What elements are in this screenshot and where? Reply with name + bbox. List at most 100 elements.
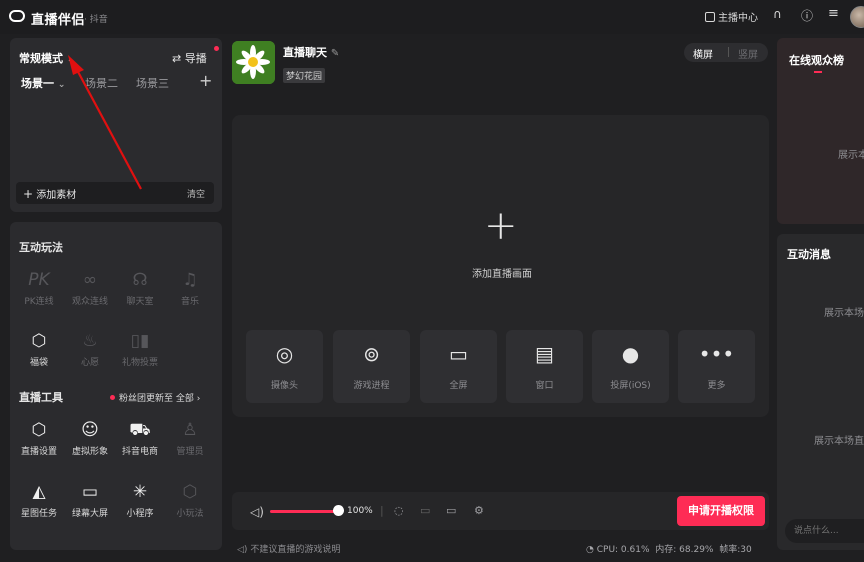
source-more[interactable]: ••• 更多 xyxy=(678,330,755,403)
star-map-icon: ◭ xyxy=(32,482,46,502)
room-cover[interactable] xyxy=(232,41,275,84)
app-logo-icon xyxy=(9,10,25,22)
vertical-button[interactable]: 竖屏 xyxy=(738,46,758,61)
tool-music[interactable]: ♫ 音乐 xyxy=(165,269,215,307)
chevron-right-icon: › xyxy=(196,394,201,404)
tool-lucky-bag[interactable]: ⬡ 福袋 xyxy=(14,330,64,368)
source-window[interactable]: ▤ 窗口 xyxy=(506,330,583,403)
tool-pk[interactable]: PK PK连线 xyxy=(14,269,64,307)
gauge-icon: ◔ xyxy=(586,545,594,555)
tool-virtual-avatar[interactable]: ☺ 虚拟形象 xyxy=(65,419,115,457)
fullscreen-monitor-icon: ▭ xyxy=(449,342,468,366)
anchor-center-button[interactable]: 主播中心 xyxy=(705,9,758,24)
camera-toggle-icon[interactable]: ▭ xyxy=(420,504,430,517)
scene-tab-1[interactable]: 场景一 ⌄ xyxy=(21,75,65,91)
source-game[interactable]: ⊚ 游戏进程 xyxy=(333,330,410,403)
mode-dropdown[interactable]: 常规模式 ⌄ xyxy=(19,50,74,66)
cart-icon: ⛟ xyxy=(129,420,151,440)
settings-hex-icon: ⬡ xyxy=(31,420,47,440)
tool-live-settings[interactable]: ⬡ 直播设置 xyxy=(14,419,64,457)
mini-game-icon: ⬡ xyxy=(182,482,198,502)
unsupported-games-note[interactable]: ◁) 不建议直播的游戏说明 xyxy=(237,542,340,555)
monitor-icon: ▭ xyxy=(81,482,99,502)
tool-star-map[interactable]: ◭ 星图任务 xyxy=(14,481,64,519)
menu-icon[interactable]: ≡ xyxy=(828,6,839,21)
volume-slider[interactable] xyxy=(270,510,338,513)
volume-slider-handle[interactable] xyxy=(333,505,344,516)
fan-club-update-link[interactable]: 粉丝团更新至 全部 › xyxy=(110,391,200,404)
orientation-divider xyxy=(728,47,729,57)
apply-live-permission-button[interactable]: 申请开播权限 xyxy=(677,496,765,526)
clear-button[interactable]: 清空 xyxy=(187,187,205,200)
speaker-note-icon: ◁) xyxy=(237,545,248,555)
tool-ecommerce[interactable]: ⛟ 抖音电商 xyxy=(115,419,165,457)
messages-empty-2: 展示本场直 xyxy=(814,436,864,447)
speaker-icon[interactable]: ◁) xyxy=(250,505,264,519)
plus-icon: + xyxy=(23,187,34,201)
add-material-button[interactable]: + 添加素材 xyxy=(23,186,76,201)
switch-icon: ⇄ xyxy=(172,52,182,65)
avatar-icon: ☺ xyxy=(81,420,99,440)
link-icon: ∞ xyxy=(82,270,98,290)
music-icon: ♫ xyxy=(182,270,198,290)
edit-icon[interactable]: ✎ xyxy=(331,48,339,59)
platform-label: · 抖音 xyxy=(84,15,108,25)
tool-wish[interactable]: ♨ 心愿 xyxy=(65,330,115,368)
headset-icon[interactable]: ∩ xyxy=(773,7,782,21)
record-icon[interactable]: ▭ xyxy=(446,504,456,517)
settings-icon[interactable]: ⚙ xyxy=(474,504,484,517)
tool-chat-room[interactable]: ☊ 聊天室 xyxy=(115,269,165,307)
source-ios-cast[interactable]: ● 投屏(iOS) xyxy=(592,330,669,403)
apple-icon: ● xyxy=(621,342,640,366)
scene-tab-2[interactable]: 场景二 xyxy=(85,75,118,91)
gamepad-icon: ⊚ xyxy=(363,342,380,366)
mini-program-icon: ✳ xyxy=(132,482,148,502)
chevron-down-icon: ⌄ xyxy=(66,55,75,65)
live-tools-title: 直播工具 xyxy=(19,391,63,404)
audience-empty: 展示本 xyxy=(838,150,864,161)
mic-icon[interactable]: ◌ xyxy=(394,504,404,517)
app-name: 直播伴侣 xyxy=(31,13,86,28)
more-icon: ••• xyxy=(698,342,735,366)
camera-icon: ◎ xyxy=(275,342,294,366)
messages-empty-1: 展示本场 xyxy=(824,308,864,319)
admin-icon: ♙ xyxy=(182,420,198,440)
gift-vote-icon: ▯▮ xyxy=(130,331,150,351)
tool-green-screen[interactable]: ▭ 绿幕大屏 xyxy=(65,481,115,519)
add-live-screen-label: 添加直播画面 xyxy=(472,269,532,280)
tool-gift-vote[interactable]: ▯▮ 礼物投票 xyxy=(115,330,165,368)
add-scene-icon[interactable]: + xyxy=(199,71,212,90)
window-icon: ▤ xyxy=(535,342,554,366)
messages-title: 互动消息 xyxy=(787,248,831,261)
message-input[interactable] xyxy=(785,519,864,543)
tab-underline xyxy=(814,71,822,73)
chevron-down-icon: ⌄ xyxy=(57,80,66,90)
room-tag[interactable]: 梦幻花园 xyxy=(283,68,326,83)
tool-mini-program[interactable]: ✳ 小程序 xyxy=(115,481,165,519)
wish-icon: ♨ xyxy=(82,331,98,351)
horizontal-button[interactable]: 横屏 xyxy=(693,46,713,61)
audience-title[interactable]: 在线观众榜 xyxy=(789,52,844,68)
daisy-cover-image xyxy=(232,41,275,84)
source-fullscreen[interactable]: ▭ 全屏 xyxy=(420,330,497,403)
guide-button[interactable]: ⇄ 导播 xyxy=(172,50,207,66)
pk-icon: PK xyxy=(28,270,50,290)
tool-mini-game[interactable]: ⬡ 小玩法 xyxy=(165,481,215,519)
scene-tab-3[interactable]: 场景三 xyxy=(136,75,169,91)
room-title: 直播聊天 ✎ xyxy=(283,46,340,59)
perf-status: ◔ CPU: 0.61% 内存: 68.29% 帧率:30 xyxy=(586,545,752,555)
source-camera[interactable]: ◎ 摄像头 xyxy=(246,330,323,403)
notification-dot xyxy=(214,46,219,51)
lucky-bag-icon: ⬡ xyxy=(31,331,47,351)
divider: | xyxy=(380,504,384,517)
help-icon[interactable]: ⓘ xyxy=(801,7,813,24)
tool-audience-link[interactable]: ∞ 观众连线 xyxy=(65,269,115,307)
add-scene-plus-icon[interactable]: + xyxy=(484,206,518,246)
anchor-center-icon xyxy=(705,12,715,22)
fan-dot xyxy=(110,395,115,400)
volume-percent: 100% xyxy=(347,506,373,516)
tool-admin[interactable]: ♙ 管理员 xyxy=(165,419,215,457)
chat-room-icon: ☊ xyxy=(132,270,148,290)
interactive-title: 互动玩法 xyxy=(19,241,63,254)
messages-panel xyxy=(777,234,864,550)
